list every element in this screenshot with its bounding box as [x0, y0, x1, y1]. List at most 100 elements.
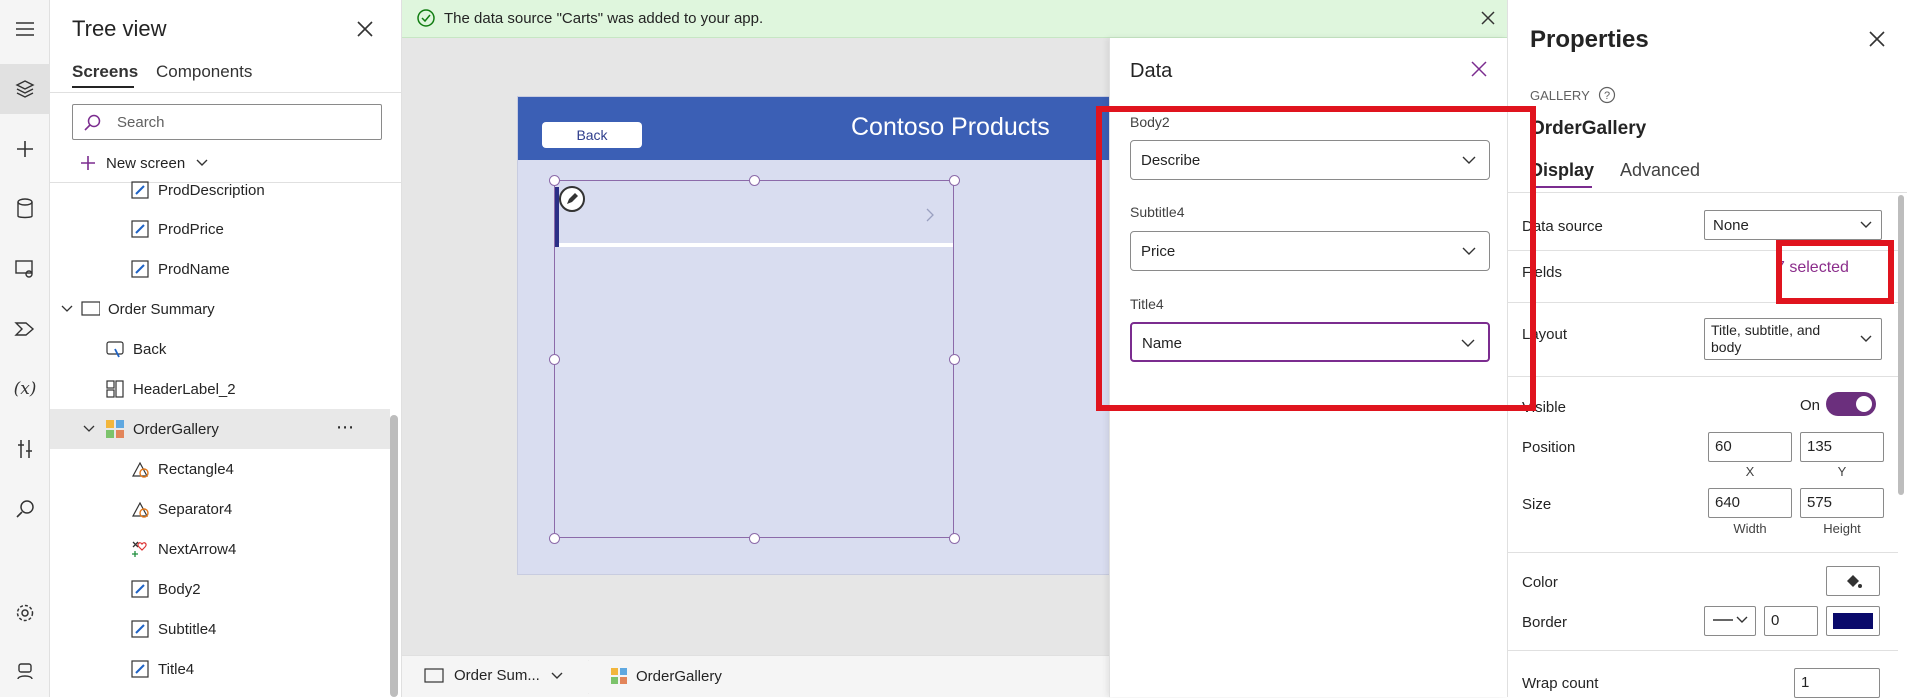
notification-text: The data source "Carts" was added to you… [444, 10, 764, 27]
tree-item[interactable]: ProdName [50, 249, 390, 289]
tree-item-label: ProdName [158, 260, 230, 278]
variables-icon[interactable]: (𝑥) [0, 364, 50, 414]
app-screen-preview[interactable]: Back Contoso Products [517, 96, 1113, 575]
close-icon[interactable] [1470, 60, 1488, 78]
label-edit-icon [131, 220, 149, 238]
tree-item[interactable]: ProdPrice [50, 209, 390, 249]
app-rail: (𝑥) [0, 0, 50, 697]
tree-view-layers-icon[interactable] [0, 64, 50, 114]
breadcrumb-control-label: OrderGallery [636, 667, 722, 685]
tree-item[interactable]: HeaderLabel_2 [50, 369, 390, 409]
tree-item[interactable]: Rectangle4 [50, 449, 390, 489]
label-edit-icon [131, 620, 149, 638]
tree-item[interactable]: Separator4 [50, 489, 390, 529]
properties-scrollbar[interactable] [1898, 195, 1904, 495]
layout-dropdown[interactable]: Title, subtitle, and body [1704, 318, 1882, 360]
border-color-button[interactable] [1826, 606, 1880, 636]
tree-item-label: Order Summary [108, 300, 215, 318]
border-style-dropdown[interactable] [1704, 606, 1756, 636]
resize-handle[interactable] [949, 354, 960, 365]
color-picker-button[interactable] [1826, 566, 1880, 596]
highlight-box-fields-selected [1776, 240, 1894, 304]
tree-item[interactable]: Title4 [50, 649, 390, 689]
tab-display[interactable]: Display [1530, 160, 1594, 181]
tab-components[interactable]: Components [156, 62, 252, 82]
svg-text:?: ? [1604, 90, 1610, 102]
resize-handle[interactable] [549, 175, 560, 186]
properties-pane: Properties GALLERY ? OrderGallery Displa… [1507, 0, 1907, 698]
app-title[interactable]: Contoso Products [851, 113, 1050, 142]
insert-plus-icon[interactable] [0, 124, 50, 174]
gallery-template-row[interactable] [555, 181, 953, 247]
close-icon[interactable] [356, 20, 376, 40]
more-options-icon[interactable]: ⋯ [336, 417, 356, 438]
order-gallery[interactable] [554, 180, 954, 538]
border-color-swatch [1833, 613, 1873, 629]
search-rail-icon[interactable] [0, 484, 50, 534]
chevron-right-icon[interactable] [925, 208, 935, 222]
resize-handle[interactable] [949, 175, 960, 186]
y-caption: Y [1837, 464, 1847, 479]
container-icon [106, 380, 124, 398]
tree-item[interactable]: Body2 [50, 569, 390, 609]
close-icon[interactable] [1868, 30, 1886, 48]
position-x-input[interactable]: 60 [1708, 432, 1792, 462]
new-screen-label: New screen [106, 154, 186, 172]
visible-toggle[interactable] [1826, 392, 1876, 416]
back-button[interactable]: Back [542, 122, 642, 148]
wrap-count-label: Wrap count [1522, 675, 1599, 692]
tree-item[interactable]: Subtitle4 [50, 609, 390, 649]
position-y-input[interactable]: 135 [1800, 432, 1884, 462]
resize-handle[interactable] [749, 533, 760, 544]
width-input[interactable]: 640 [1708, 488, 1792, 518]
paint-bucket-icon [1847, 575, 1862, 588]
help-icon[interactable]: ? [1598, 86, 1616, 104]
chevron-down-icon [551, 672, 563, 679]
wrap-count-input[interactable]: 1 [1794, 668, 1880, 698]
advanced-tools-icon[interactable] [0, 424, 50, 474]
tab-advanced[interactable]: Advanced [1620, 160, 1700, 181]
tree-item-label: Rectangle4 [158, 460, 234, 478]
tree-item-label: OrderGallery [133, 420, 219, 438]
virtual-agent-icon[interactable] [0, 646, 50, 696]
control-name[interactable]: OrderGallery [1530, 118, 1646, 140]
tree-item[interactable]: ProdDescription [50, 170, 390, 210]
resize-handle[interactable] [549, 533, 560, 544]
power-automate-icon[interactable] [0, 304, 50, 354]
screen-icon [81, 301, 100, 316]
label-edit-icon [131, 181, 149, 199]
tree-search-input[interactable]: Search [72, 104, 382, 140]
divider [1508, 192, 1907, 193]
resize-handle[interactable] [949, 533, 960, 544]
breadcrumb-control[interactable]: OrderGallery [610, 667, 722, 685]
divider [1508, 376, 1898, 377]
chevron-down-icon[interactable] [82, 422, 96, 436]
dropdown-value: Title, subtitle, and body [1711, 322, 1821, 355]
breadcrumb-screen[interactable]: Order Sum... [424, 667, 564, 684]
border-width-input[interactable]: 0 [1764, 606, 1818, 636]
chevron-down-icon[interactable] [60, 302, 74, 316]
border-style-icon [1713, 616, 1748, 623]
settings-gear-icon[interactable] [0, 588, 50, 638]
close-icon[interactable] [1480, 10, 1496, 26]
height-input[interactable]: 575 [1800, 488, 1884, 518]
tree-item[interactable]: NextArrow4 [50, 529, 390, 569]
hamburger-menu-icon[interactable] [0, 4, 50, 54]
width-caption: Width [1733, 521, 1767, 536]
divider [1508, 650, 1898, 651]
tree-item-label: HeaderLabel_2 [133, 380, 236, 398]
gallery-icon [611, 668, 627, 684]
tree-item-selected[interactable]: OrderGallery ⋯ [50, 409, 390, 449]
tree-scrollbar[interactable] [390, 415, 398, 697]
data-cylinder-icon[interactable] [0, 184, 50, 234]
edit-pencil-icon[interactable] [559, 186, 585, 212]
media-icon[interactable] [0, 244, 50, 294]
tree-item-label: Title4 [158, 660, 195, 678]
resize-handle[interactable] [549, 354, 560, 365]
tree-item[interactable]: Back [50, 329, 390, 369]
tab-screens[interactable]: Screens [72, 62, 138, 82]
app-header[interactable]: Back Contoso Products [518, 97, 1113, 160]
resize-handle[interactable] [749, 175, 760, 186]
tree-item[interactable]: Order Summary [50, 289, 390, 329]
data-source-dropdown[interactable]: None [1704, 210, 1882, 240]
